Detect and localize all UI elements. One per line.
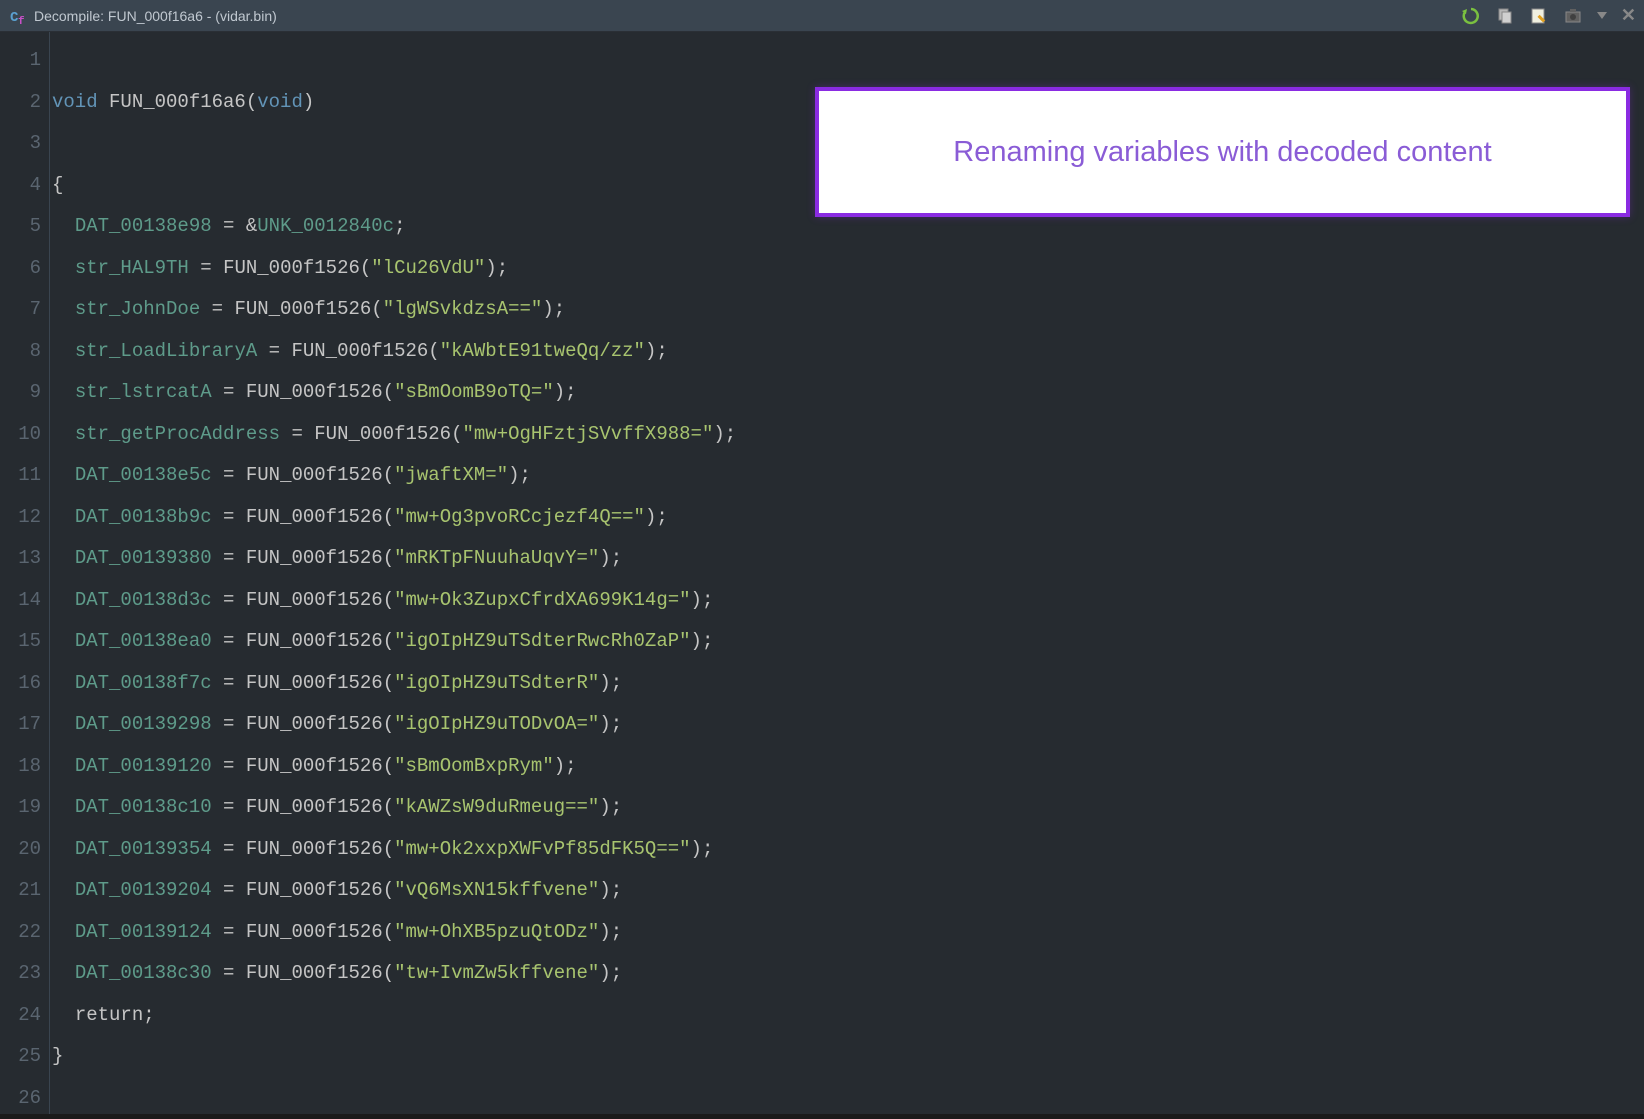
code-line: DAT_00139120 = FUN_000f1526("sBmOomBxpRy… [52,746,1644,788]
svg-text:f: f [18,16,25,26]
line-number: 14 [0,580,41,622]
line-number: 8 [0,331,41,373]
line-number: 4 [0,165,41,207]
line-number: 22 [0,912,41,954]
line-number: 2 [0,82,41,124]
code-line: str_lstrcatA = FUN_000f1526("sBmOomB9oTQ… [52,372,1644,414]
line-number: 10 [0,414,41,456]
close-icon[interactable]: ✕ [1621,5,1636,27]
code-line: } [52,1036,1644,1078]
snapshot-icon[interactable] [1563,6,1583,26]
code-line: str_HAL9TH = FUN_000f1526("lCu26VdU"); [52,248,1644,290]
code-line: str_JohnDoe = FUN_000f1526("lgWSvkdzsA==… [52,289,1644,331]
window-title: Decompile: FUN_000f16a6 - (vidar.bin) [34,8,1461,24]
code-line: DAT_00139124 = FUN_000f1526("mw+OhXB5pzu… [52,912,1644,954]
line-gutter: 1234567891011121314151617181920212223242… [0,32,50,1114]
code-line: DAT_00138f7c = FUN_000f1526("igOIpHZ9uTS… [52,663,1644,705]
edit-icon[interactable] [1529,6,1549,26]
code-area: 1234567891011121314151617181920212223242… [0,32,1644,1114]
line-number: 23 [0,953,41,995]
line-number: 3 [0,123,41,165]
code-line: DAT_00138ea0 = FUN_000f1526("igOIpHZ9uTS… [52,621,1644,663]
line-number: 15 [0,621,41,663]
code-line: DAT_00139298 = FUN_000f1526("igOIpHZ9uTO… [52,704,1644,746]
line-number: 25 [0,1036,41,1078]
code-line: DAT_00138b9c = FUN_000f1526("mw+Og3pvoRC… [52,497,1644,539]
line-number: 16 [0,663,41,705]
code-line: DAT_00139380 = FUN_000f1526("mRKTpFNuuha… [52,538,1644,580]
refresh-icon[interactable] [1461,6,1481,26]
code-line: DAT_00138d3c = FUN_000f1526("mw+Ok3ZupxC… [52,580,1644,622]
line-number: 13 [0,538,41,580]
callout-annotation: Renaming variables with decoded content [815,87,1630,217]
line-number: 12 [0,497,41,539]
code-line: DAT_00139354 = FUN_000f1526("mw+Ok2xxpXW… [52,829,1644,871]
code-line: DAT_00138c10 = FUN_000f1526("kAWZsW9duRm… [52,787,1644,829]
line-number: 7 [0,289,41,331]
title-bar: C f Decompile: FUN_000f16a6 - (vidar.bin… [0,0,1644,32]
line-number: 20 [0,829,41,871]
code-line: str_getProcAddress = FUN_000f1526("mw+Og… [52,414,1644,456]
code-line: DAT_00139204 = FUN_000f1526("vQ6MsXN15kf… [52,870,1644,912]
line-number: 24 [0,995,41,1037]
code-line: DAT_00138c30 = FUN_000f1526("tw+IvmZw5kf… [52,953,1644,995]
line-number: 18 [0,746,41,788]
line-number: 1 [0,40,41,82]
decompile-window: C f Decompile: FUN_000f16a6 - (vidar.bin… [0,0,1644,1114]
callout-text: Renaming variables with decoded content [953,136,1491,169]
code-line [52,1078,1644,1119]
code-line: return; [52,995,1644,1037]
line-number: 11 [0,455,41,497]
dropdown-icon[interactable] [1597,12,1607,19]
line-number: 17 [0,704,41,746]
line-number: 19 [0,787,41,829]
code-line [52,40,1644,82]
code-line: str_LoadLibraryA = FUN_000f1526("kAWbtE9… [52,331,1644,373]
code-line: DAT_00138e5c = FUN_000f1526("jwaftXM="); [52,455,1644,497]
toolbar: ✕ [1461,5,1636,27]
line-number: 5 [0,206,41,248]
line-number: 21 [0,870,41,912]
line-number: 26 [0,1078,41,1119]
line-number: 6 [0,248,41,290]
copy-icon[interactable] [1495,6,1515,26]
line-number: 9 [0,372,41,414]
cf-logo-icon: C f [8,6,28,26]
